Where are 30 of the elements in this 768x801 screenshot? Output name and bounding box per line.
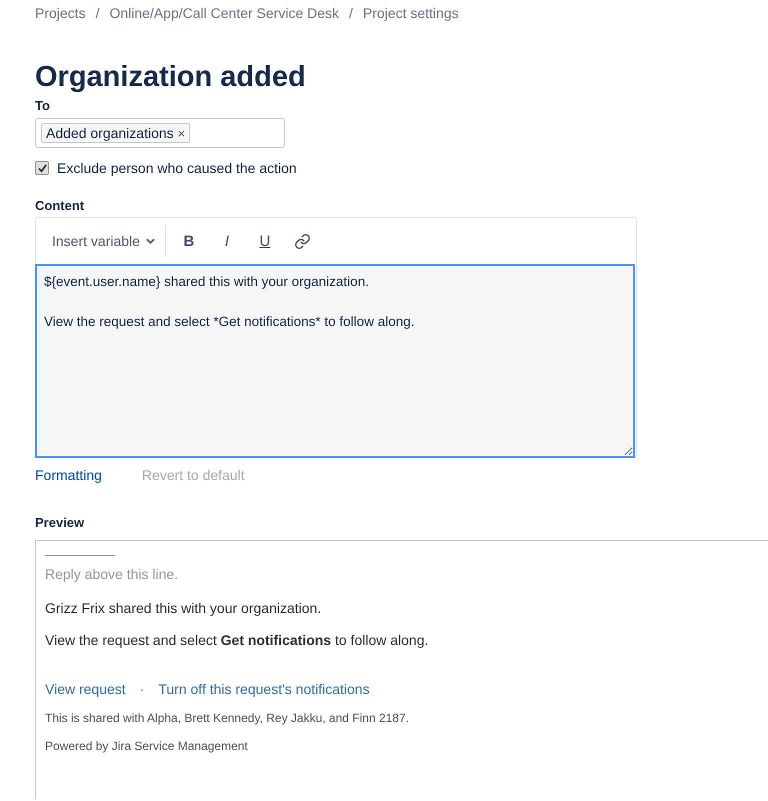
breadcrumb-separator: / — [96, 5, 100, 21]
breadcrumb-link[interactable]: Project settings — [362, 5, 459, 21]
action-link[interactable]: Formatting — [35, 467, 102, 483]
page-title: Organization added — [35, 60, 307, 94]
italic-button[interactable]: I — [208, 225, 246, 257]
reply-line-text: Reply above this line. — [45, 566, 180, 582]
breadcrumb-link[interactable]: Online/App/Call Center Service Desk — [109, 5, 340, 21]
underline-button[interactable]: U — [246, 225, 284, 257]
breadcrumb-separator: / — [349, 5, 353, 21]
content-editor[interactable]: ${event.user.name} shared this with your organization. View the request and select *Get notifications* to follow along. — [35, 264, 635, 458]
section-label: Preview — [35, 515, 86, 530]
link-icon — [294, 232, 312, 250]
remove-tag-button[interactable]: × — [178, 126, 186, 140]
link-separator: · — [140, 681, 144, 697]
preview-paragraph: View the request and select Get notifications to follow along. — [45, 632, 430, 648]
bold-button[interactable]: B — [170, 225, 208, 257]
shared-note: This is shared with Alpha, Brett Kennedy, Rey Jakku, and Finn 2187. — [45, 711, 410, 725]
field-label: To — [35, 98, 51, 113]
tag-label: Added organizations — [46, 125, 174, 141]
field-label: Content — [35, 198, 86, 213]
checkbox[interactable] — [35, 161, 49, 175]
chevron-down-icon — [146, 238, 155, 244]
recipients-field[interactable]: Added organizations × — [35, 118, 285, 148]
preview-link[interactable]: View request — [45, 681, 126, 697]
footer-text: Powered by Jira Service Management — [45, 739, 249, 753]
checkbox-label: Exclude person who caused the action — [57, 160, 297, 176]
preview-paragraph: Grizz Frix shared this with your organization. — [45, 600, 322, 616]
breadcrumb-link[interactable]: Projects — [35, 5, 86, 21]
insert-variable-dropdown[interactable]: Insert variable — [42, 225, 166, 257]
preview-link[interactable]: Turn off this request's notifications — [158, 681, 370, 697]
